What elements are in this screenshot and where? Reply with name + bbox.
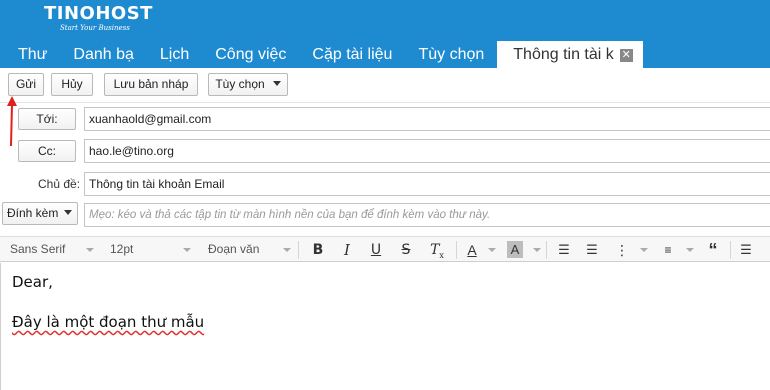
chevron-down-icon: [86, 248, 94, 252]
save-draft-button[interactable]: Lưu bản nháp: [104, 73, 198, 96]
compose-toolbar: Gửi Hủy Lưu bản nháp Tùy chọn: [0, 68, 770, 103]
tab-mail[interactable]: Thư: [0, 41, 60, 68]
text-color-icon[interactable]: A: [464, 240, 480, 260]
chevron-down-icon: [183, 248, 191, 252]
subject-label: Chủ đề:: [38, 177, 81, 191]
cc-button[interactable]: Cc:: [18, 140, 76, 162]
toolbar-divider: [456, 241, 457, 259]
attach-dropzone[interactable]: Mẹo: kéo và thả các tập tin từ màn hình …: [84, 203, 770, 227]
clear-format-icon[interactable]: Tx: [428, 240, 446, 260]
strikethrough-icon[interactable]: S: [398, 240, 414, 260]
chevron-down-icon: [488, 248, 496, 252]
italic-icon[interactable]: I: [339, 240, 355, 260]
chevron-down-icon: [686, 248, 694, 252]
tab-briefcase[interactable]: Cặp tài liệu: [299, 41, 405, 68]
underline-icon[interactable]: U: [368, 240, 384, 260]
message-editor[interactable]: Dear, Đây là một đoạn thư mẫu: [0, 263, 770, 390]
indent-icon[interactable]: ☰: [584, 240, 600, 260]
font-size-select[interactable]: 12pt: [110, 242, 133, 256]
to-button[interactable]: Tới:: [18, 108, 76, 130]
chevron-down-icon: [640, 248, 648, 252]
tab-preferences[interactable]: Tùy chọn: [405, 41, 497, 68]
tab-calendar[interactable]: Lịch: [147, 41, 202, 68]
highlight-color-icon[interactable]: A: [507, 241, 523, 258]
tab-tasks[interactable]: Công việc: [202, 41, 299, 68]
formatting-toolbar: Sans Serif 12pt Đoạn văn B I U S Tx A A …: [0, 236, 770, 262]
editor-greeting: Dear,: [12, 273, 53, 291]
tab-compose-active[interactable]: Thông tin tài k ✕: [497, 41, 643, 68]
attach-dropdown-label: Đính kèm: [7, 206, 59, 220]
chevron-down-icon: [283, 248, 291, 252]
bullet-list-icon[interactable]: ⋮: [614, 240, 630, 260]
close-icon[interactable]: ✕: [619, 49, 633, 62]
bold-icon[interactable]: B: [310, 240, 326, 260]
toolbar-divider: [298, 241, 299, 259]
brand-tagline: Start Your Business: [60, 24, 130, 32]
subject-field[interactable]: Thông tin tài khoản Email: [84, 172, 770, 196]
tab-compose-label: Thông tin tài k: [513, 46, 614, 63]
numbered-list-icon[interactable]: ≡: [660, 240, 676, 260]
send-button[interactable]: Gửi: [8, 73, 44, 96]
cc-field[interactable]: hao.le@tino.org: [84, 139, 770, 163]
chevron-down-icon: [272, 81, 281, 86]
app-header: TINOHOST Start Your Business Thư Danh bạ…: [0, 0, 770, 68]
outdent-icon[interactable]: ☰: [556, 240, 572, 260]
options-dropdown-label: Tùy chọn: [215, 77, 265, 91]
chevron-down-icon: [64, 210, 73, 215]
options-dropdown[interactable]: Tùy chọn: [208, 73, 288, 96]
editor-body-line: Đây là một đoạn thư mẫu: [12, 313, 205, 331]
cancel-button[interactable]: Hủy: [51, 73, 93, 96]
paragraph-select[interactable]: Đoạn văn: [208, 242, 259, 256]
brand-logo: TINOHOST: [44, 3, 153, 24]
toolbar-divider: [546, 241, 547, 259]
to-field[interactable]: xuanhaold@gmail.com: [84, 107, 770, 131]
align-left-icon[interactable]: ☰: [738, 240, 754, 260]
attach-dropdown[interactable]: Đính kèm: [2, 202, 78, 225]
tab-contacts[interactable]: Danh bạ: [60, 41, 147, 68]
toolbar-divider: [730, 241, 731, 259]
blockquote-icon[interactable]: “: [704, 240, 722, 260]
chevron-down-icon: [533, 248, 541, 252]
font-family-select[interactable]: Sans Serif: [10, 242, 65, 256]
main-tabs: Thư Danh bạ Lịch Công việc Cặp tài liệu …: [0, 41, 643, 68]
